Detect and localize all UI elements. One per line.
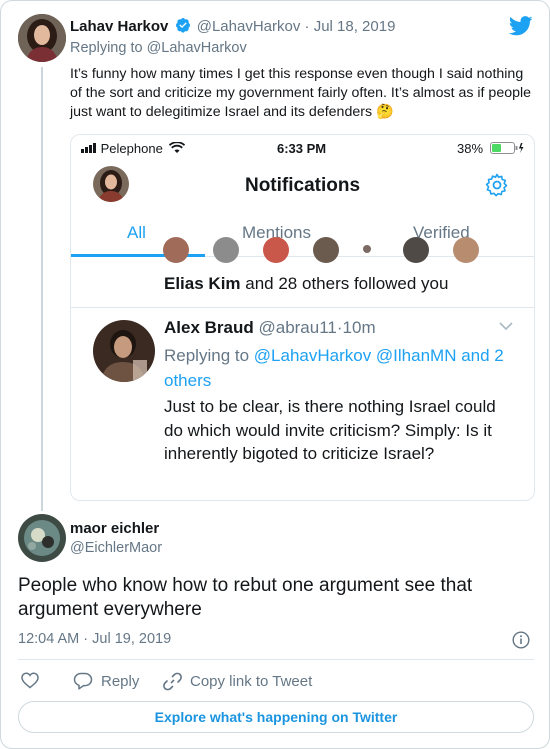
settings-gear-icon[interactable] [485,173,509,197]
follower-avatar [163,237,189,263]
twitter-bird-icon[interactable] [509,15,533,37]
reply-author-avatar[interactable] [93,320,155,382]
follow-text: and 28 others followed you [240,274,449,293]
tweet1-text: It’s funny how many times I get this res… [70,66,532,120]
reply-label: Reply [101,672,140,690]
attached-screenshot[interactable]: Pelephone 6:33 PM 38% Notifications All … [70,134,535,501]
reply-icon [73,672,93,690]
replying-to-prefix: Replying to [70,40,147,56]
follow-notification[interactable]: Elias Kim and 28 others followed you [164,274,448,294]
reply-author-handle[interactable]: @abrau11 [258,318,336,337]
page-title: Notifications [244,175,361,196]
info-icon[interactable] [512,631,530,649]
tweet-timestamp[interactable]: 12:04 AM · Jul 19, 2019 [18,631,171,647]
explore-button[interactable]: Explore what's happening on Twitter [18,701,534,733]
reply-replying-to: Replying to @LahavHarkov @IlhanMN and 2 … [164,343,514,393]
follower-avatar [363,245,371,253]
avatar-maor-image [18,514,66,562]
divider [18,659,534,660]
notifications-header: Notifications [71,161,534,217]
follower-avatar [213,237,239,263]
follower-avatar [403,237,429,263]
replying-to-prefix: Replying to [164,346,254,365]
divider [71,307,534,308]
avatar[interactable] [18,14,66,62]
reply-age: 10m [342,318,376,337]
battery-icon [489,142,524,154]
carrier: Pelephone [81,141,186,156]
author-handle[interactable]: @LahavHarkov [197,18,301,35]
verified-badge-icon [175,18,190,33]
battery-percent: 38% [457,141,484,156]
status-time: 6:33 PM [277,141,327,156]
replying-to-handle[interactable]: @LahavHarkov [147,40,247,56]
copy-link-button[interactable]: Copy link to Tweet [163,672,312,691]
reply-text: Just to be clear, is there nothing Israe… [164,397,496,463]
author-handle[interactable]: @EichlerMaor [70,540,162,556]
wifi-icon [169,141,186,153]
avatar[interactable] [18,514,66,562]
chevron-down-icon[interactable] [499,321,513,331]
thread-line [41,67,43,511]
reply-button[interactable]: Reply [73,672,139,690]
follower-avatar [453,237,479,263]
battery: 38% [457,141,524,156]
follower-avatar [263,237,289,263]
author-name[interactable]: maor eichler [70,520,159,537]
carrier-name: Pelephone [100,141,163,156]
replying-to: Replying to @LahavHarkov [70,40,247,56]
follower-avatar [313,237,339,263]
tweet-date[interactable]: Jul 18, 2019 [314,18,396,35]
avatar-alex-image [93,320,155,382]
tweet1-header: Lahav Harkov @LahavHarkov · Jul 18, 2019 [70,17,395,35]
author-name[interactable]: Lahav Harkov [70,18,168,35]
tweet2-text: People who know how to rebut one argumen… [18,575,473,620]
tab-all[interactable]: All [127,223,146,243]
like-button[interactable] [21,672,39,689]
separator-dot: · [300,18,314,35]
copy-link-label: Copy link to Tweet [190,673,313,690]
phone-status-bar: Pelephone 6:33 PM 38% [71,135,534,161]
signal-bars-icon [81,143,96,153]
reply-header: Alex Braud @abrau11·10m [164,318,376,338]
follower-name: Elias Kim [164,274,241,293]
embedded-tweet-card: Lahav Harkov @LahavHarkov · Jul 18, 2019… [0,0,550,749]
link-icon [163,672,182,691]
avatar-lahav-image [18,14,66,62]
heart-icon [21,672,39,689]
reply-author-name[interactable]: Alex Braud [164,318,254,337]
